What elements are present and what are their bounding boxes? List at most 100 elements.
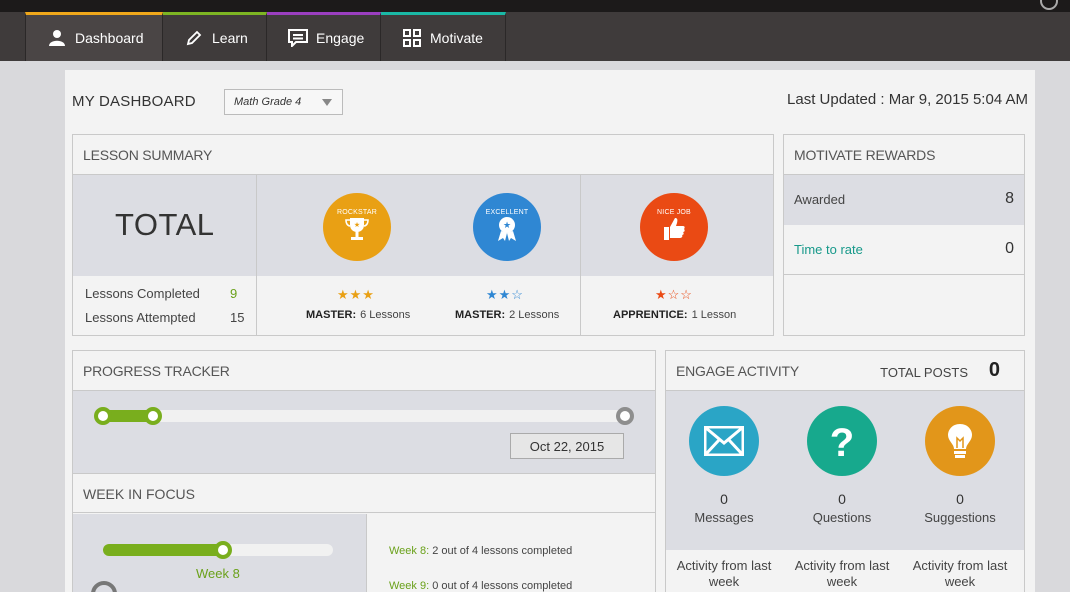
week-in-focus-chart: Week 8 <box>73 514 366 592</box>
messages-button[interactable] <box>689 406 759 476</box>
divider <box>256 175 257 335</box>
level-lessons: 6 Lessons <box>360 309 411 321</box>
level-label: APPRENTICE: <box>613 309 688 321</box>
week-knob[interactable] <box>214 541 232 559</box>
tab-learn[interactable]: Learn <box>163 12 267 61</box>
lessons-completed: Lessons Completed 9 <box>85 286 237 301</box>
tab-learn-label: Learn <box>212 30 248 46</box>
progress-current-knob[interactable] <box>144 407 162 425</box>
level-lessons: 1 Lesson <box>691 309 737 321</box>
rockstar-badge[interactable]: ROCKSTAR ★ <box>323 193 391 261</box>
main-nav: Dashboard Learn Engage Motivate <box>0 12 1070 61</box>
rockstar-level: MASTER: 6 Lessons <box>306 309 410 321</box>
chat-icon <box>287 27 309 49</box>
total-posts-value: 0 <box>988 359 1000 381</box>
awarded-value: 8 <box>1005 190 1014 207</box>
motivate-rewards-title: MOTIVATE REWARDS <box>784 135 1024 175</box>
thumbs-up-icon <box>664 218 685 240</box>
badge-name: NICE JOB <box>657 209 691 216</box>
divider <box>580 175 581 335</box>
progress-start-knob[interactable] <box>94 407 112 425</box>
page-title: MY DASHBOARD <box>72 93 196 110</box>
week-in-focus-title: WEEK IN FOCUS <box>73 473 655 513</box>
time-to-rate-row[interactable]: Time to rate 0 <box>784 225 1024 275</box>
week-fill <box>103 544 224 556</box>
time-to-rate-link[interactable]: Time to rate <box>794 242 863 257</box>
grid-icon <box>401 27 423 49</box>
badge-name: ROCKSTAR <box>337 209 377 216</box>
settings-icon[interactable] <box>1040 0 1058 10</box>
questions-activity: Activity from last week <box>794 558 890 589</box>
questions-button[interactable]: ? <box>807 406 877 476</box>
tab-engage[interactable]: Engage <box>267 12 381 61</box>
tab-motivate[interactable]: Motivate <box>381 12 506 61</box>
lesson-summary-panel: LESSON SUMMARY TOTAL Lessons Completed 9… <box>72 134 774 336</box>
progress-slider[interactable] <box>94 407 634 425</box>
week-label: Week 8 <box>196 566 240 581</box>
level-label: MASTER: <box>455 309 506 321</box>
total-label: TOTAL <box>115 207 215 242</box>
grade-select[interactable]: Math Grade 4 <box>224 89 343 115</box>
week-slider[interactable] <box>103 541 333 559</box>
questions-count: 0 <box>838 491 846 507</box>
envelope-icon <box>704 426 744 456</box>
chevron-down-icon <box>322 99 332 106</box>
engage-activity-panel: ENGAGE ACTIVITY TOTAL POSTS 0 0 Messages… <box>665 350 1025 592</box>
lesson-summary-title: LESSON SUMMARY <box>73 135 773 175</box>
top-strip <box>0 0 1070 12</box>
excellent-stars: ★★☆ <box>486 287 524 302</box>
end-date: Oct 22, 2015 <box>510 433 624 459</box>
progress-tracker-title: PROGRESS TRACKER <box>73 351 655 391</box>
suggestions-count: 0 <box>956 491 964 507</box>
suggestions-label: Suggestions <box>924 510 996 525</box>
prev-week-icon[interactable] <box>91 581 117 592</box>
suggestions-activity: Activity from last week <box>912 558 1008 589</box>
time-to-rate-value: 0 <box>1005 240 1014 257</box>
nice-job-stars: ★☆☆ <box>655 287 693 302</box>
nice-job-level: APPRENTICE: 1 Lesson <box>613 309 736 321</box>
tab-motivate-label: Motivate <box>430 30 483 46</box>
progress-end-knob[interactable] <box>616 407 634 425</box>
level-label: MASTER: <box>306 309 357 321</box>
week-line: Week 8: 2 out of 4 lessons completed <box>389 545 572 557</box>
week-line-week: Week 9: <box>389 580 430 592</box>
messages-count: 0 <box>720 491 728 507</box>
rockstar-stars: ★★★ <box>337 287 375 302</box>
excellent-badge[interactable]: EXCELLENT ★ <box>473 193 541 261</box>
tab-engage-label: Engage <box>316 30 365 46</box>
trophy-icon: ★ <box>345 218 369 240</box>
awarded-label: Awarded <box>794 192 846 207</box>
divider <box>366 514 367 592</box>
messages-label: Messages <box>694 510 754 525</box>
week-line: Week 9: 0 out of 4 lessons completed <box>389 580 572 592</box>
week-line-week: Week 8: <box>389 545 430 557</box>
questions-label: Questions <box>812 510 872 525</box>
excellent-level: MASTER: 2 Lessons <box>455 309 559 321</box>
lessons-attempted-value: 15 <box>230 310 245 325</box>
week-line-text: 2 out of 4 lessons completed <box>429 545 573 557</box>
week-line-text: 0 out of 4 lessons completed <box>429 580 573 592</box>
tab-dashboard-label: Dashboard <box>75 30 144 46</box>
suggestions-button[interactable] <box>925 406 995 476</box>
messages-activity: Activity from last week <box>676 558 772 589</box>
total-posts-label: TOTAL POSTS <box>880 365 968 380</box>
tab-dashboard[interactable]: Dashboard <box>25 12 163 61</box>
progress-track-area: Oct 22, 2015 <box>73 391 655 473</box>
lessons-completed-label: Lessons Completed <box>85 286 200 301</box>
awarded-row: Awarded 8 <box>784 175 1024 225</box>
pencil-icon <box>183 27 205 49</box>
user-icon <box>46 27 68 49</box>
svg-text:★: ★ <box>503 220 511 230</box>
svg-text:?: ? <box>830 421 854 461</box>
svg-text:★: ★ <box>354 221 360 229</box>
question-icon: ? <box>830 421 854 461</box>
ribbon-icon: ★ <box>498 217 516 241</box>
lessons-attempted-label: Lessons Attempted <box>85 310 196 325</box>
progress-tracker-panel: PROGRESS TRACKER Oct 22, 2015 WEEK IN FO… <box>72 350 656 592</box>
last-updated: Last Updated : Mar 9, 2015 5:04 AM <box>787 91 1028 108</box>
lightbulb-icon <box>948 424 972 458</box>
nice-job-badge[interactable]: NICE JOB <box>640 193 708 261</box>
grade-select-value: Math Grade 4 <box>234 96 302 108</box>
engage-activity-title: ENGAGE ACTIVITY <box>666 351 1024 391</box>
lessons-completed-value: 9 <box>230 286 238 301</box>
